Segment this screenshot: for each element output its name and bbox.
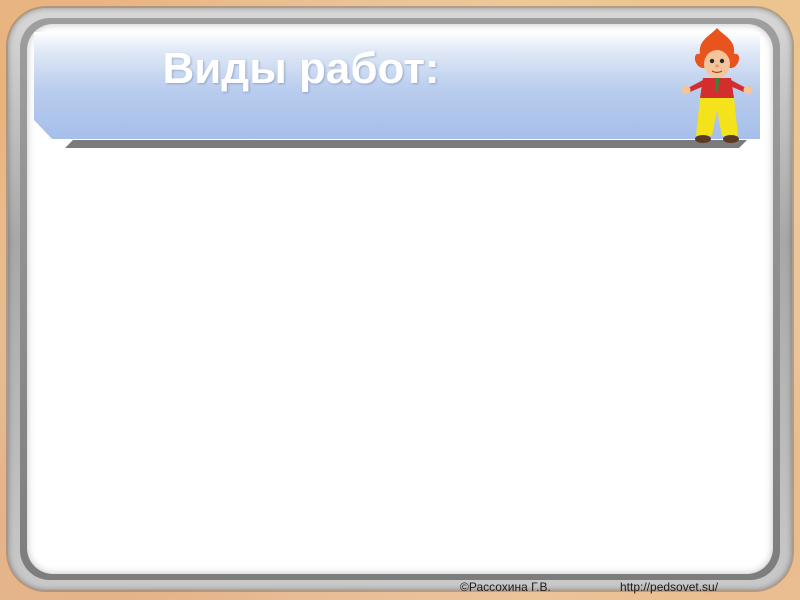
footer-url: http://pedsovet.su/ [620,580,719,594]
footer-copyright: ©Рассохина Г.В. [460,580,551,594]
slide: Виды работ: ©Рассохина Г.В. http://pedso… [0,0,800,600]
slide-title: Виды работ: [162,44,440,93]
cartoon-boy-mascot-icon [681,28,753,143]
title-bar-shadow [65,140,747,148]
